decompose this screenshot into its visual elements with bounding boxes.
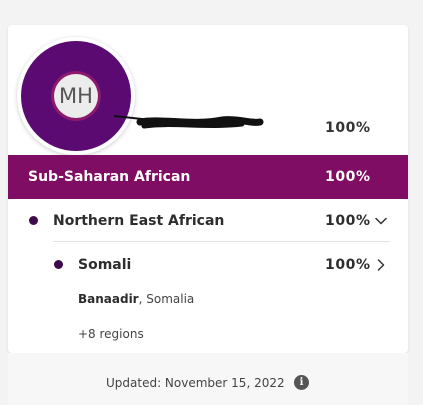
location-country: , Somalia bbox=[138, 292, 195, 306]
region-label: Sub-Saharan African bbox=[28, 169, 191, 185]
subregion-label[interactable]: Northern East African bbox=[53, 213, 224, 229]
avatar-initials-border: MH bbox=[51, 71, 101, 121]
more-regions-link[interactable]: +8 regions bbox=[78, 327, 144, 341]
chevron-down-icon[interactable] bbox=[374, 214, 388, 228]
population-label[interactable]: Somali bbox=[78, 257, 131, 273]
avatar-initials: MH bbox=[54, 74, 98, 118]
total-percent: 100% bbox=[325, 120, 371, 136]
subregion-dot bbox=[29, 216, 38, 225]
info-icon[interactable]: i bbox=[294, 375, 309, 390]
avatar: MH bbox=[17, 37, 135, 155]
row-divider bbox=[53, 241, 390, 242]
population-percent: 100% bbox=[325, 257, 371, 273]
region-row[interactable]: Sub-Saharan African 100% bbox=[8, 155, 408, 199]
location-region: Banaadir bbox=[78, 292, 139, 306]
population-dot bbox=[54, 260, 63, 269]
avatar-ring: MH bbox=[21, 41, 131, 151]
subregion-percent: 100% bbox=[325, 213, 371, 229]
region-percent: 100% bbox=[325, 169, 371, 185]
updated-date: Updated: November 15, 2022 bbox=[106, 376, 285, 390]
population-location: Banaadir, Somalia bbox=[78, 292, 194, 306]
redacted-name-scribble bbox=[113, 115, 264, 129]
chevron-right-icon[interactable] bbox=[374, 258, 388, 272]
